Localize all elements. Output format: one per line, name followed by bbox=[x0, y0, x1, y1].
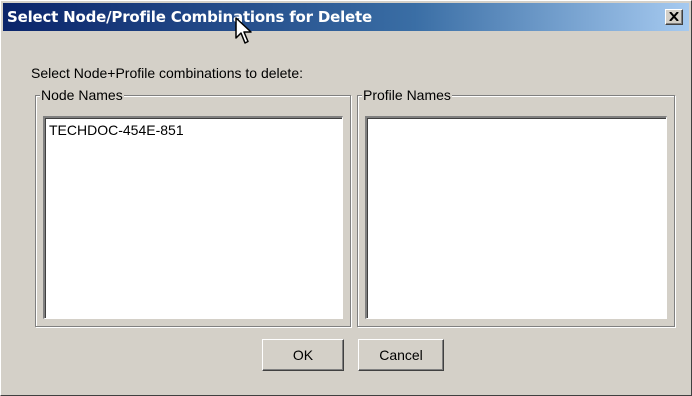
node-names-list[interactable]: TECHDOC-454E-851 bbox=[43, 116, 343, 319]
close-icon bbox=[669, 12, 679, 21]
instruction-label: Select Node+Profile combinations to dele… bbox=[31, 65, 303, 81]
ok-button[interactable]: OK bbox=[262, 339, 344, 371]
dialog-window: Select Node/Profile Combinations for Del… bbox=[0, 0, 692, 396]
node-names-legend: Node Names bbox=[40, 87, 124, 103]
node-list-item[interactable]: TECHDOC-454E-851 bbox=[45, 118, 342, 138]
profile-names-group: Profile Names bbox=[357, 87, 675, 327]
close-button[interactable] bbox=[665, 9, 683, 25]
dialog-title: Select Node/Profile Combinations for Del… bbox=[7, 8, 372, 26]
profile-names-legend: Profile Names bbox=[362, 87, 452, 103]
node-names-group: Node Names TECHDOC-454E-851 bbox=[35, 87, 351, 327]
title-bar[interactable]: Select Node/Profile Combinations for Del… bbox=[3, 3, 689, 31]
cancel-button[interactable]: Cancel bbox=[358, 339, 444, 371]
profile-names-list[interactable] bbox=[365, 116, 667, 319]
mouse-cursor-icon bbox=[235, 17, 252, 44]
